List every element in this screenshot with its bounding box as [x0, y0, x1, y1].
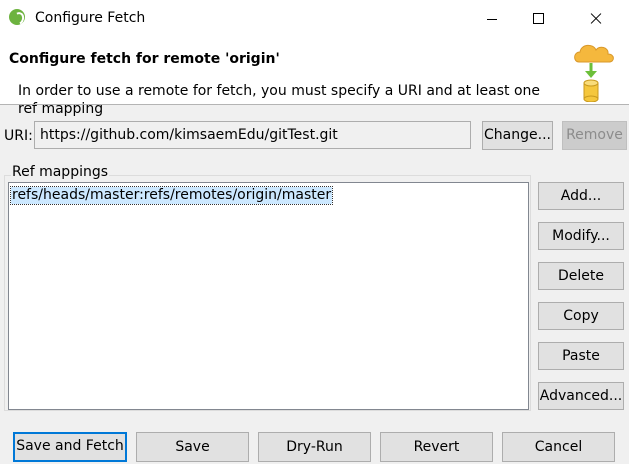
window-title: Configure Fetch	[35, 10, 146, 26]
spring-app-icon	[9, 9, 25, 25]
advanced-button[interactable]: Advanced...	[538, 382, 624, 410]
save-button[interactable]: Save	[136, 432, 249, 462]
copy-button[interactable]: Copy	[538, 302, 624, 330]
modify-button[interactable]: Modify...	[538, 222, 624, 250]
list-item[interactable]: refs/heads/master:refs/remotes/origin/ma…	[9, 186, 334, 205]
page-title: Configure fetch for remote 'origin'	[9, 51, 280, 67]
remove-button[interactable]: Remove	[562, 121, 627, 150]
paste-button[interactable]: Paste	[538, 342, 624, 370]
page-message: In order to use a remote for fetch, you …	[18, 83, 540, 117]
revert-button[interactable]: Revert	[380, 432, 493, 462]
dry-run-button[interactable]: Dry-Run	[258, 432, 371, 462]
uri-label: URI:	[4, 128, 33, 144]
cancel-button[interactable]: Cancel	[502, 432, 615, 462]
maximize-button[interactable]	[515, 0, 561, 38]
fetch-wizard-icon	[574, 44, 614, 102]
title-bar: Configure Fetch	[0, 0, 629, 38]
uri-field[interactable]: https://github.com/kimsaemEdu/gitTest.gi…	[34, 121, 471, 149]
minimize-button[interactable]	[469, 0, 515, 38]
add-button[interactable]: Add...	[538, 182, 624, 210]
save-and-fetch-button[interactable]: Save and Fetch	[13, 432, 127, 462]
delete-button[interactable]: Delete	[538, 262, 624, 290]
ref-mappings-list[interactable]: refs/heads/master:refs/remotes/origin/ma…	[8, 182, 529, 410]
banner-separator	[0, 104, 629, 105]
close-button[interactable]	[572, 0, 618, 38]
ref-mappings-label: Ref mappings	[11, 164, 110, 180]
change-button[interactable]: Change...	[482, 121, 553, 150]
